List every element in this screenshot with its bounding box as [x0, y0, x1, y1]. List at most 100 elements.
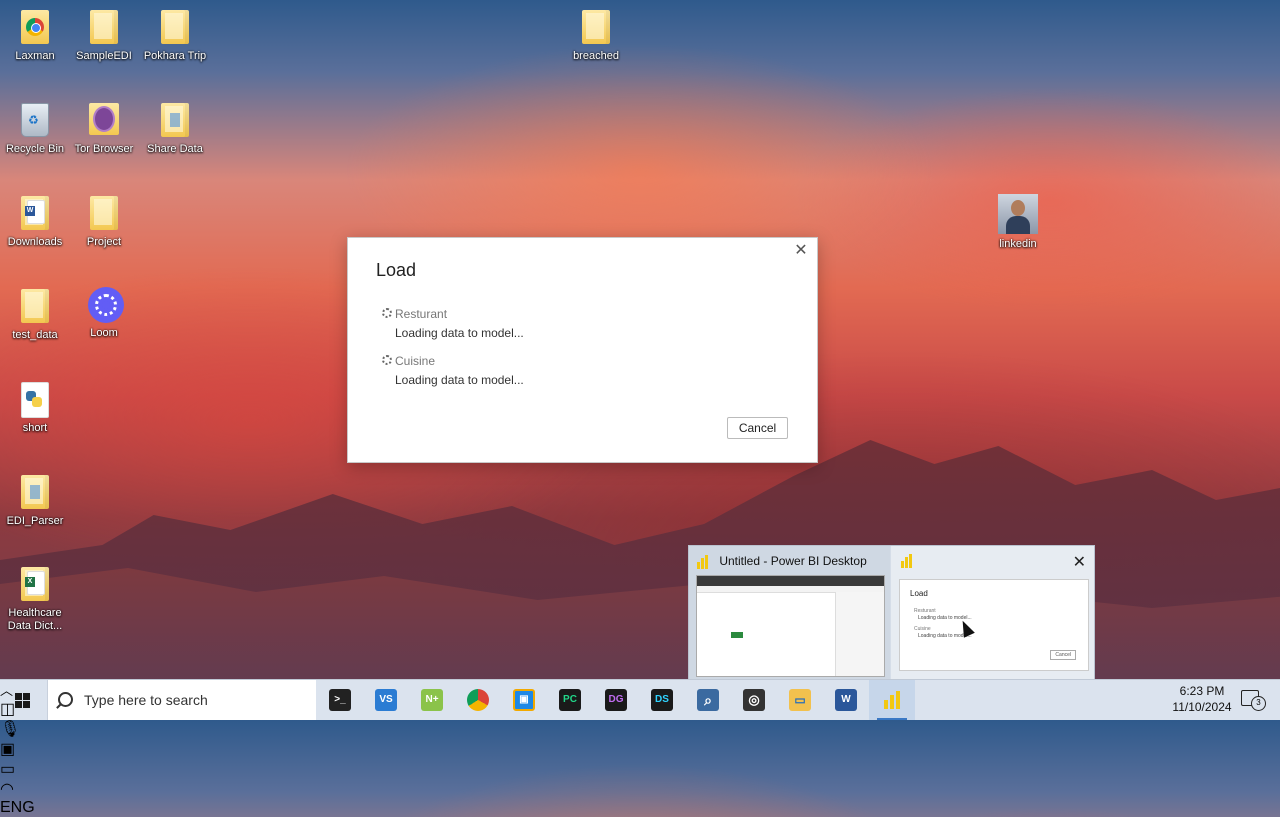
taskbar-app-file-explorer[interactable]: ▭ [777, 680, 823, 720]
python-file-icon [19, 382, 51, 418]
clock-date: 11/10/2024 [1172, 700, 1232, 714]
taskbar-app-notepad-plus[interactable]: N+ [409, 680, 455, 720]
desktop-icon-share-data[interactable]: Share Data [143, 103, 207, 156]
start-button[interactable] [0, 680, 46, 720]
power-bi-icon [697, 554, 710, 569]
taskbar-app-dataspell[interactable]: DS [639, 680, 685, 720]
desktop-icon-project[interactable]: Project [72, 196, 136, 249]
load-item-resturant: Resturant Loading data to model... [382, 307, 524, 340]
loom-icon [88, 287, 124, 323]
load-item-status: Loading data to model... [395, 373, 524, 387]
chrome-icon [19, 10, 51, 46]
preview-title: Untitled - Power BI Desktop [719, 554, 867, 568]
cancel-button[interactable]: Cancel [727, 417, 788, 439]
power-bi-icon [883, 691, 901, 709]
file-explorer-icon: ▭ [789, 689, 811, 711]
tor-browser-icon [88, 103, 120, 139]
desktop-icon-test-data[interactable]: test_data [3, 289, 67, 342]
desktop-icon-label: linkedin [999, 238, 1037, 250]
loading-spinner-icon [382, 308, 392, 318]
wifi-icon[interactable]: ◠ [0, 779, 1280, 799]
taskbar-app-word[interactable]: W [823, 680, 869, 720]
desktop-icon-tor-browser[interactable]: Tor Browser [72, 103, 136, 156]
desktop-icon-label: Laxman [15, 50, 55, 62]
search-placeholder: Type here to search [84, 692, 208, 708]
load-item-status: Loading data to model... [395, 326, 524, 340]
desktop-icon-linkedin[interactable]: linkedin [986, 194, 1050, 251]
dialog-title: Load [376, 260, 417, 280]
taskbar-app-terminal[interactable]: >_ [317, 680, 363, 720]
desktop-icon-label: Healthcare Data Dict... [7, 607, 63, 632]
folder-icon [19, 289, 51, 325]
taskbar-app-power-bi[interactable] [869, 680, 915, 720]
desktop-icon-edi-parser[interactable]: EDI_Parser [3, 475, 67, 528]
taskbar-preview[interactable]: Untitled - Power BI Desktop ✕ Load Restu… [688, 545, 1095, 683]
desktop-icon-short[interactable]: short [3, 382, 67, 435]
folder-icon [88, 10, 120, 46]
desktop-icon-label: Downloads [7, 236, 63, 248]
preview-window-dialog[interactable]: ✕ Load Resturant Loading data to model..… [891, 546, 1094, 682]
desktop-icon-laxman[interactable]: Laxman [3, 10, 67, 63]
terminal-icon: >_ [329, 689, 351, 711]
desktop-icon-label: short [22, 422, 48, 434]
desktop-icon-label: Loom [90, 327, 118, 339]
clock[interactable]: 6:23 PM 11/10/2024 [1170, 683, 1234, 715]
taskbar-app-chrome[interactable] [455, 680, 501, 720]
desktop-icon-label: SampleEDI [76, 50, 132, 62]
load-item-cuisine: Cuisine Loading data to model... [382, 354, 524, 387]
desktop-icon-label: Recycle Bin [5, 143, 65, 155]
taskbar-search-box[interactable]: Type here to search [47, 680, 316, 720]
desktop-icon-label: Tor Browser [74, 143, 134, 155]
power-bi-icon [901, 554, 914, 568]
taskbar-app-datagrip[interactable]: DG [593, 680, 639, 720]
desktop-icon-label: EDI_Parser [6, 515, 64, 527]
preview-close-icon[interactable]: ✕ [1073, 552, 1086, 572]
word-document-icon: W [19, 196, 51, 232]
desktop-icon-breached[interactable]: breached [564, 10, 628, 63]
folder-icon [580, 10, 612, 46]
taskbar-app-vscode[interactable]: VS [363, 680, 409, 720]
close-icon[interactable]: ✕ [793, 243, 809, 259]
taskbar: Type here to search >_ VS N+ ▣ PC DG DS … [0, 679, 1280, 816]
taskbar-app-search[interactable]: ⌕ [685, 680, 731, 720]
datagrip-icon: DG [605, 689, 627, 711]
search-icon [58, 692, 73, 707]
recycle-bin-icon: ♻ [19, 103, 51, 139]
notification-center-icon[interactable]: 3 [1241, 690, 1266, 711]
dataspell-icon: DS [651, 689, 673, 711]
vscode-icon: VS [375, 689, 397, 711]
taskbar-app-davinci[interactable]: ◎ [731, 680, 777, 720]
preview-thumbnail [696, 575, 885, 677]
excel-document-icon: X [19, 567, 51, 603]
desktop-icon-healthcare-data-dict[interactable]: X Healthcare Data Dict... [3, 567, 67, 633]
desktop-icon-recycle-bin[interactable]: ♻ Recycle Bin [3, 103, 67, 156]
folder-icon [88, 196, 120, 232]
notepad-plus-icon: N+ [421, 689, 443, 711]
davinci-icon: ◎ [743, 689, 765, 711]
preview-dialog-thumbnail: Load Resturant Loading data to model... … [899, 579, 1089, 671]
app-box-icon: ▣ [513, 689, 535, 711]
onedrive-icon[interactable]: ▣ [0, 739, 1280, 759]
profile-photo-icon [998, 194, 1038, 234]
battery-icon[interactable]: ▭ [0, 759, 1280, 779]
language-indicator[interactable]: ENG [0, 799, 1280, 817]
taskbar-app-box[interactable]: ▣ [501, 680, 547, 720]
chrome-icon [467, 689, 489, 711]
desktop-icon-pokhara-trip[interactable]: Pokhara Trip [143, 10, 207, 63]
desktop-icon-loom[interactable]: Loom [72, 287, 136, 340]
document-icon [159, 103, 191, 139]
magnifier-app-icon: ⌕ [697, 689, 719, 711]
clock-time: 6:23 PM [1179, 684, 1225, 698]
taskbar-app-pycharm[interactable]: PC [547, 680, 593, 720]
microphone-icon[interactable]: 🎙 [0, 719, 1280, 739]
preview-window-main[interactable]: Untitled - Power BI Desktop [689, 546, 890, 682]
loading-spinner-icon [382, 355, 392, 365]
desktop-icon-label: test_data [12, 329, 58, 341]
desktop-icon-sampleedi[interactable]: SampleEDI [72, 10, 136, 63]
desktop-icon-downloads[interactable]: W Downloads [3, 196, 67, 249]
load-item-name: Cuisine [395, 354, 436, 368]
document-icon [19, 475, 51, 511]
mini-dialog-title: Load [910, 589, 928, 598]
notification-count: 3 [1251, 696, 1266, 711]
desktop-icon-label: Project [86, 236, 122, 248]
